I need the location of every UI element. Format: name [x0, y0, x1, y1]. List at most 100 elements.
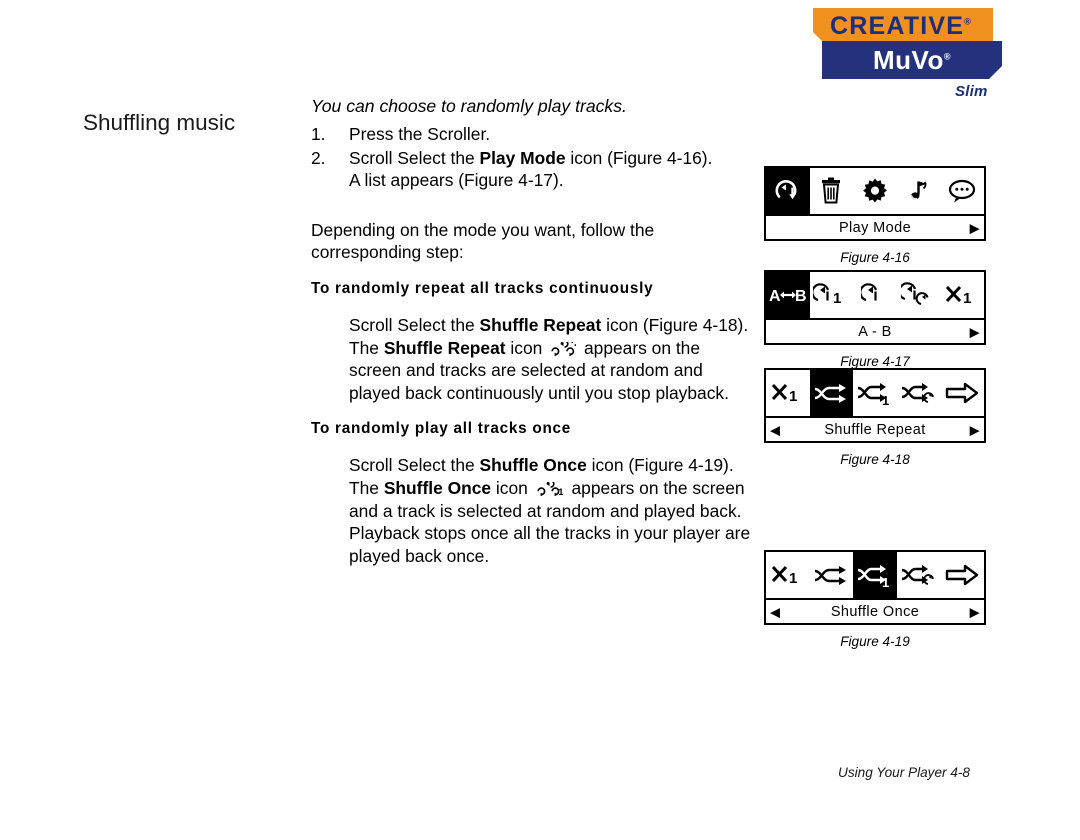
lcd-screen: 1 1 ◀ Shuffle Repeat ▶ — [764, 368, 986, 443]
text-after: icon (Figure 4-18). — [601, 314, 749, 335]
creative-brand-block: CREATIVE® — [813, 8, 993, 44]
product-variant-label: Slim — [955, 83, 988, 100]
svg-text:A: A — [769, 288, 781, 305]
lcd-icon-row: 1 1 — [766, 370, 984, 416]
svg-text:1: 1 — [963, 290, 971, 307]
svg-text:1: 1 — [789, 570, 797, 587]
creative-muvo-logo: CREATIVE® MuVo® Slim — [813, 8, 998, 100]
lcd-icon-row: 1 1 — [766, 552, 984, 598]
shuffle-repeat-icon[interactable] — [809, 552, 854, 598]
a-b-repeat-icon[interactable]: AB — [766, 272, 810, 318]
shuffle-once-icon[interactable]: 1 — [853, 552, 897, 598]
right-arrow-icon[interactable]: ▶ — [970, 605, 980, 618]
numbered-steps: 1. Press the Scroller. 2. Scroll Select … — [311, 123, 756, 192]
repeat-instruction-2: The Shuffle Repeat icon appears on the s… — [311, 337, 756, 405]
list-item: 1. Press the Scroller. — [311, 123, 756, 146]
left-arrow-icon[interactable]: ◀ — [770, 423, 780, 436]
shuffle-all-icon[interactable] — [896, 370, 941, 416]
shuffle-repeat-inline-icon — [550, 341, 577, 356]
shuffle-once-term: Shuffle Once — [383, 477, 492, 498]
sub-heading-repeat: To randomly repeat all tracks continuous… — [311, 279, 654, 297]
shuffle-one-icon[interactable]: 1 — [940, 272, 984, 318]
page-title: Shuffling music — [83, 110, 236, 136]
lcd-label-text: Shuffle Repeat — [824, 421, 926, 438]
figure-4-18: 1 1 ◀ Shuffle Repeat ▶ Figure 4-18 — [764, 368, 986, 467]
shuffle-once-term: Shuffle Once — [479, 455, 587, 476]
music-note-flag-icon[interactable] — [896, 168, 941, 214]
shuffle-one-icon[interactable]: 1 — [766, 552, 810, 598]
muvo-brand-block: MuVo® — [822, 41, 1002, 79]
svg-text:1: 1 — [882, 393, 889, 406]
registered-mark: ® — [964, 16, 972, 27]
page-footer: Using Your Player 4-8 — [838, 765, 970, 780]
once-instruction-2: The Shuffle Once icon 1 appears on the s… — [311, 477, 756, 567]
text-before: The — [349, 337, 384, 358]
lcd-screen: Play Mode ▶ — [764, 166, 986, 241]
shuffle-all-icon[interactable] — [896, 552, 941, 598]
svg-text:1: 1 — [882, 575, 889, 588]
figure-caption: Figure 4-17 — [840, 354, 910, 369]
play-mode-loop-icon[interactable] — [766, 168, 810, 214]
figure-4-17: AB 1 1 A - B ▶ Figure 4-17 — [764, 270, 986, 369]
right-arrow-icon[interactable]: ▶ — [970, 221, 980, 234]
repeat-one-icon[interactable]: 1 — [809, 272, 854, 318]
lcd-label-row: ◀ Shuffle Repeat ▶ — [766, 416, 984, 441]
step-number: 2. — [311, 147, 326, 168]
step-text: Press the Scroller. — [349, 124, 491, 144]
depending-paragraph: Depending on the mode you want, follow t… — [311, 219, 655, 263]
list-item: 2. Scroll Select the Play Mode icon (Fig… — [311, 147, 756, 192]
lead-paragraph: You can choose to randomly play tracks. — [311, 96, 627, 116]
text-mid: icon — [491, 477, 533, 498]
lcd-icon-row: AB 1 1 — [766, 272, 984, 318]
shuffle-once-inline-icon: 1 — [536, 481, 564, 496]
figure-caption: Figure 4-19 — [840, 634, 910, 649]
svg-text:B: B — [795, 288, 807, 305]
right-arrow-icon[interactable]: ▶ — [970, 325, 980, 338]
step-sub-line: A list appears (Figure 4-17). — [349, 170, 564, 191]
repeat-icon[interactable] — [853, 272, 897, 318]
lcd-label-row: Play Mode ▶ — [766, 214, 984, 239]
shuffle-repeat-term: Shuffle Repeat — [383, 337, 506, 358]
registered-mark: ® — [943, 51, 951, 62]
shuffle-one-icon[interactable]: 1 — [766, 370, 810, 416]
speech-bubble-icon[interactable] — [940, 168, 984, 214]
figure-4-16: Play Mode ▶ Figure 4-16 — [764, 166, 986, 265]
figure-caption: Figure 4-18 — [840, 452, 910, 467]
trash-can-icon[interactable] — [809, 168, 854, 214]
svg-text:1: 1 — [558, 487, 563, 496]
lcd-label-text: Play Mode — [838, 219, 912, 236]
lcd-screen: AB 1 1 A - B ▶ — [764, 270, 986, 345]
lcd-screen: 1 1 ◀ Shuffle Once ▶ — [764, 550, 986, 625]
lcd-label-row: ◀ Shuffle Once ▶ — [766, 598, 984, 623]
svg-text:1: 1 — [789, 388, 797, 405]
shuffle-once-icon[interactable]: 1 — [853, 370, 897, 416]
text-after: icon (Figure 4-19). — [586, 455, 734, 476]
muvo-wordmark: MuVo® — [873, 45, 951, 75]
right-arrow-icon[interactable] — [940, 370, 984, 416]
right-arrow-icon[interactable]: ▶ — [970, 423, 980, 436]
right-arrow-icon[interactable] — [940, 552, 984, 598]
text-before: Scroll Select the — [349, 314, 480, 335]
lcd-icon-row — [766, 168, 984, 214]
sub-heading-once: To randomly play all tracks once — [311, 420, 572, 438]
text-mid: icon — [505, 337, 548, 358]
once-instruction-1: Scroll Select the Shuffle Once icon (Fig… — [311, 454, 756, 477]
left-arrow-icon[interactable]: ◀ — [770, 605, 780, 618]
svg-text:1: 1 — [833, 290, 841, 307]
step-text-after: icon (Figure 4-16). — [565, 147, 713, 168]
figure-caption: Figure 4-16 — [840, 250, 910, 265]
gear-icon[interactable] — [853, 168, 897, 214]
body-content: You can choose to randomly play tracks. … — [311, 95, 756, 567]
repeat-all-icon[interactable] — [896, 272, 941, 318]
lcd-label-row: A - B ▶ — [766, 318, 984, 343]
step-text-before: Scroll Select the — [349, 147, 480, 168]
step-number: 1. — [311, 124, 326, 144]
shuffle-repeat-icon[interactable] — [809, 370, 854, 416]
text-before: Scroll Select the — [349, 455, 480, 476]
figure-4-19: 1 1 ◀ Shuffle Once ▶ Figure 4-19 — [764, 550, 986, 649]
